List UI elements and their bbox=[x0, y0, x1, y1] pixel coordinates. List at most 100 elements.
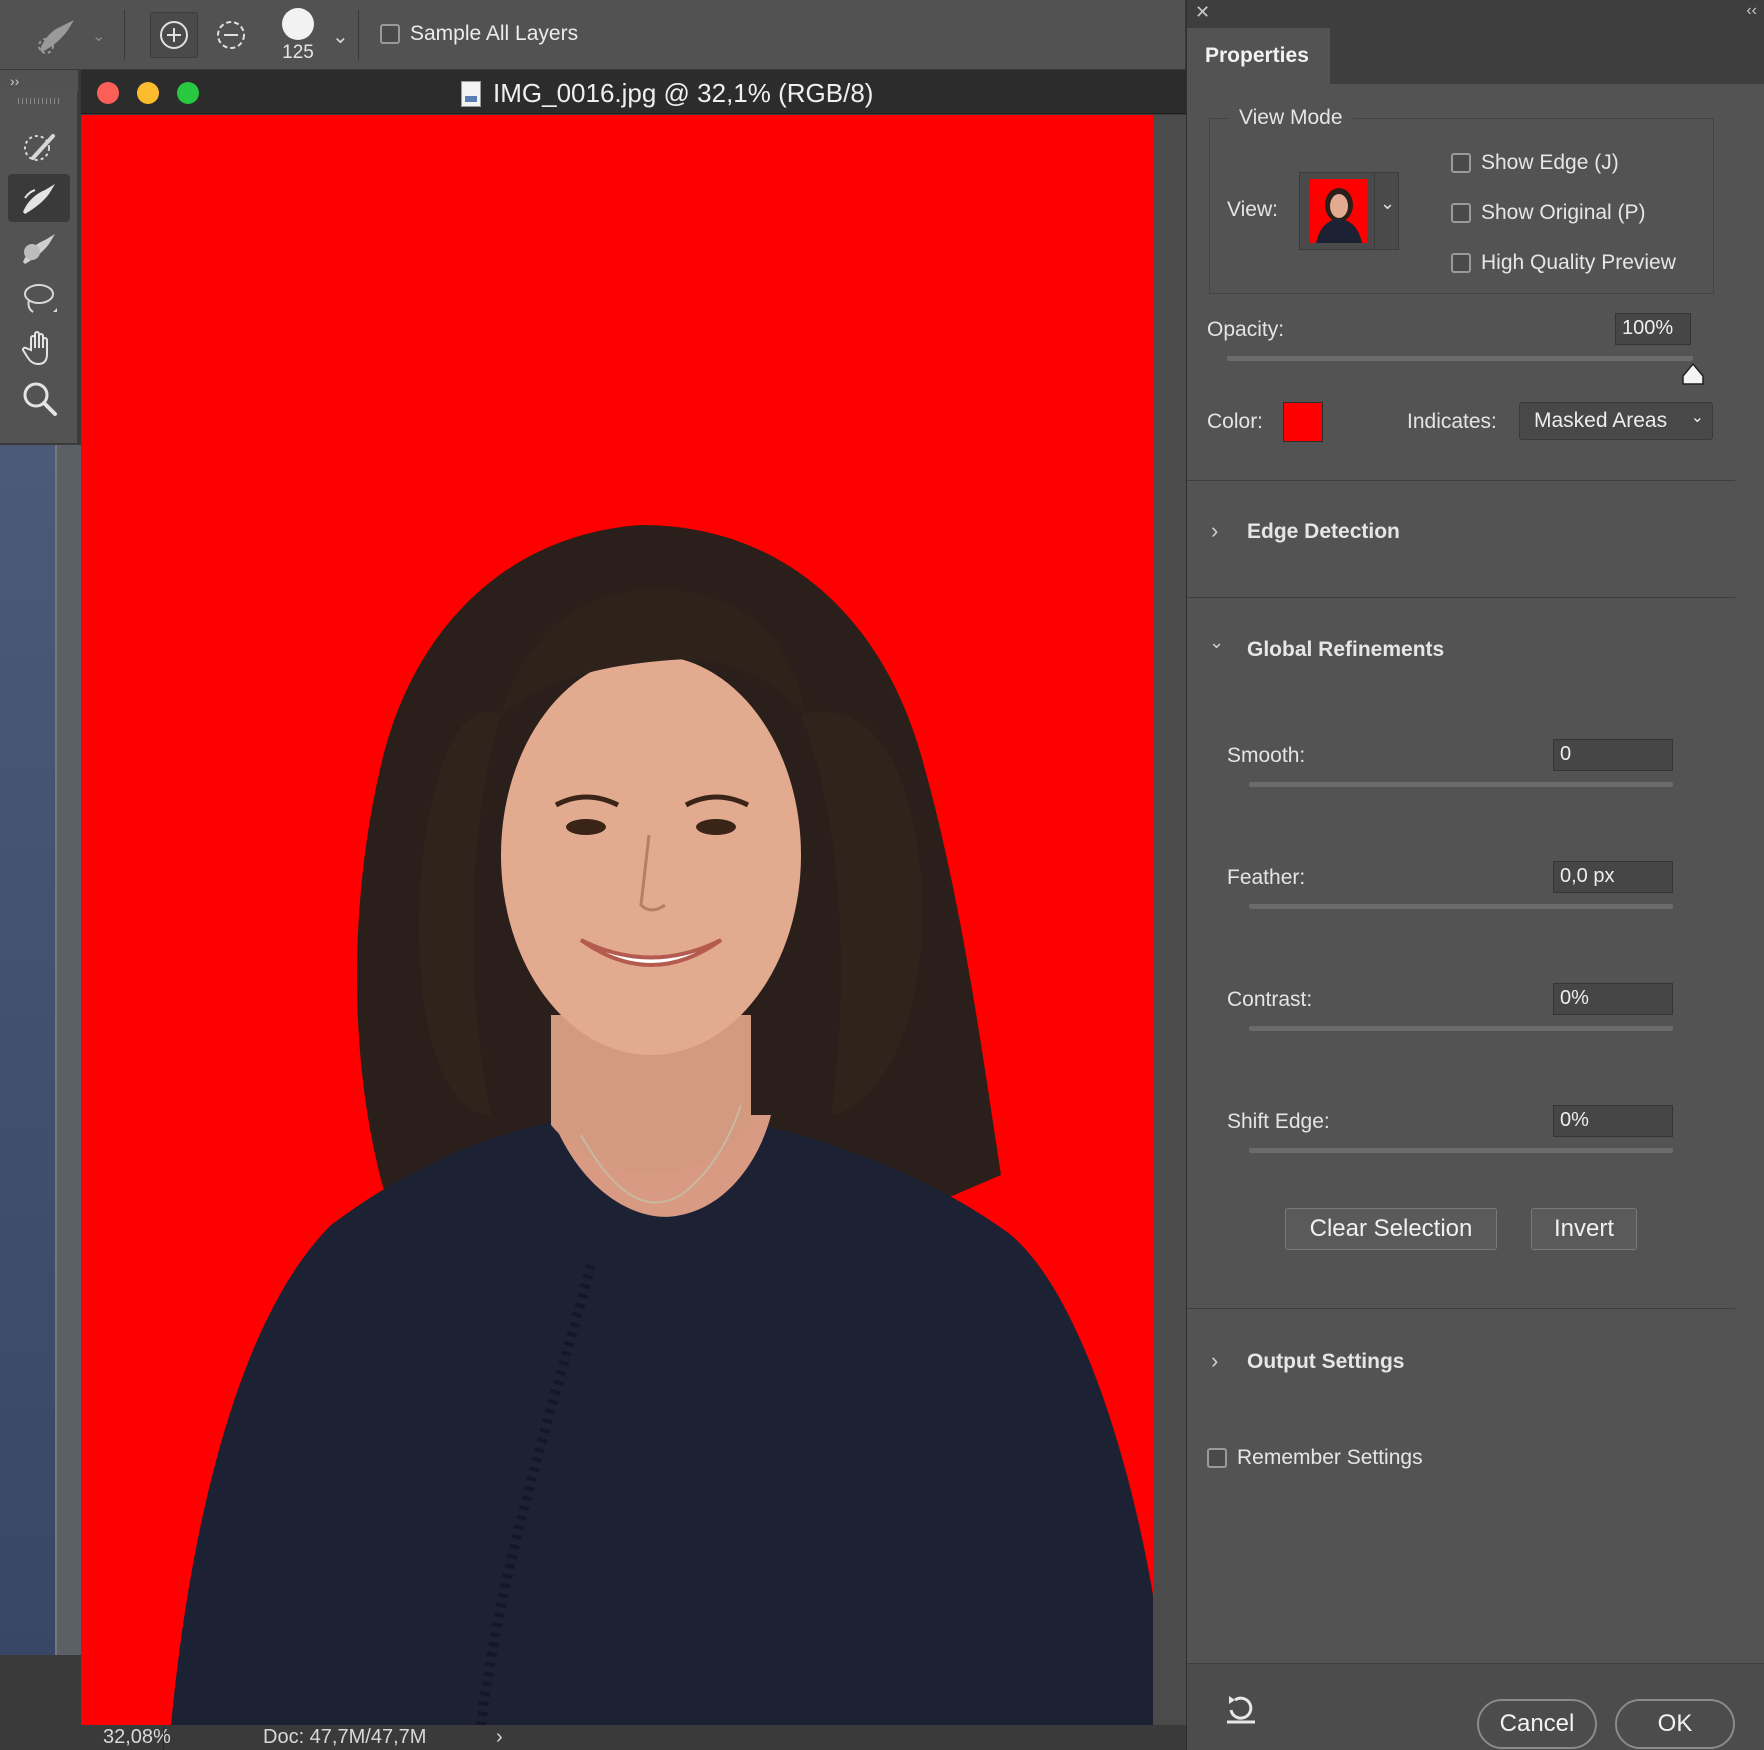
invert-button[interactable]: Invert bbox=[1531, 1208, 1637, 1250]
show-edge-checkbox[interactable]: Show Edge (J) bbox=[1451, 151, 1619, 175]
toolbar-grip[interactable] bbox=[18, 98, 60, 104]
document-window: IMG_0016.jpg @ 32,1% (RGB/8) 32,08% Doc:… bbox=[81, 70, 1186, 1750]
feather-slider-track[interactable] bbox=[1249, 904, 1673, 909]
feather-label: Feather: bbox=[1227, 866, 1306, 889]
view-thumbnail bbox=[1310, 179, 1368, 243]
refine-edge-brush-tool[interactable] bbox=[8, 174, 70, 222]
document-file-icon bbox=[461, 80, 481, 107]
smooth-slider-track[interactable] bbox=[1249, 782, 1673, 787]
separator bbox=[163, 1725, 164, 1750]
opacity-slider-track[interactable] bbox=[1227, 356, 1693, 361]
opacity-field[interactable]: 100% bbox=[1615, 313, 1691, 345]
contrast-label: Contrast: bbox=[1227, 988, 1313, 1011]
subtract-from-selection-icon bbox=[217, 21, 245, 49]
remember-settings-label: Remember Settings bbox=[1237, 1446, 1423, 1469]
smooth-field[interactable]: 0 bbox=[1553, 739, 1673, 771]
shift-edge-label: Shift Edge: bbox=[1227, 1110, 1330, 1133]
options-bar: ⌄ 125 ⌄ Sample All Layers bbox=[0, 0, 1185, 70]
add-to-selection-icon bbox=[160, 21, 188, 49]
chevron-down-icon[interactable]: ⌄ bbox=[1209, 632, 1224, 653]
chevron-right-icon[interactable]: › bbox=[1211, 518, 1218, 544]
separator bbox=[124, 10, 125, 60]
lasso-tool[interactable] bbox=[8, 274, 70, 322]
high-quality-preview-label: High Quality Preview bbox=[1481, 251, 1676, 274]
ok-button[interactable]: OK bbox=[1615, 1699, 1735, 1749]
contrast-slider-track[interactable] bbox=[1249, 1026, 1673, 1031]
checkbox[interactable] bbox=[1451, 203, 1471, 223]
brush-tool[interactable] bbox=[8, 224, 70, 272]
indicates-value: Masked Areas bbox=[1534, 409, 1668, 432]
edge-detection-header[interactable]: Edge Detection bbox=[1247, 520, 1400, 544]
collapse-icon[interactable]: ‹‹ bbox=[1746, 2, 1757, 20]
opacity-slider-thumb[interactable] bbox=[1682, 362, 1719, 386]
close-icon[interactable]: ✕ bbox=[1195, 2, 1210, 23]
checkbox[interactable] bbox=[1207, 1448, 1227, 1468]
tools-panel bbox=[0, 92, 78, 444]
show-original-label: Show Original (P) bbox=[1481, 201, 1646, 224]
sample-all-layers-label: Sample All Layers bbox=[410, 22, 579, 45]
output-settings-header[interactable]: Output Settings bbox=[1247, 1350, 1404, 1374]
document-size: Doc: 47,7M/47,7M bbox=[263, 1726, 427, 1748]
quick-selection-icon bbox=[24, 134, 55, 161]
global-refinements-header[interactable]: Global Refinements bbox=[1247, 638, 1444, 662]
document-title-bar[interactable]: IMG_0016.jpg @ 32,1% (RGB/8) bbox=[81, 70, 1186, 114]
indicates-dropdown[interactable]: Masked Areas ⌄ bbox=[1519, 402, 1713, 440]
zoom-level[interactable]: 32,08% bbox=[103, 1726, 171, 1749]
minimize-window-button[interactable] bbox=[137, 82, 159, 104]
view-label: View: bbox=[1227, 198, 1278, 221]
add-to-selection-button[interactable] bbox=[150, 12, 198, 58]
status-bar: 32,08% Doc: 47,7M/47,7M › bbox=[81, 1725, 1186, 1750]
hand-tool[interactable] bbox=[8, 324, 70, 372]
shift-edge-slider-track[interactable] bbox=[1249, 1148, 1673, 1153]
chevron-down-icon[interactable]: ⌄ bbox=[1380, 193, 1395, 214]
smooth-label: Smooth: bbox=[1227, 744, 1306, 767]
refine-edge-brush-icon bbox=[23, 184, 55, 214]
hand-icon bbox=[22, 331, 48, 366]
sample-all-layers-checkbox[interactable]: Sample All Layers bbox=[380, 22, 578, 46]
portrait-photo bbox=[171, 525, 1153, 1725]
clear-selection-button[interactable]: Clear Selection bbox=[1285, 1208, 1497, 1250]
subtract-from-selection-button[interactable] bbox=[207, 12, 255, 58]
toolbar-expand-icon[interactable]: ›› bbox=[0, 70, 78, 92]
color-label: Color: bbox=[1207, 410, 1264, 433]
cancel-button[interactable]: Cancel bbox=[1477, 1699, 1597, 1749]
opacity-label: Opacity: bbox=[1207, 318, 1285, 341]
indicates-label: Indicates: bbox=[1407, 410, 1497, 433]
zoom-icon bbox=[23, 382, 57, 416]
high-quality-preview-checkbox[interactable]: High Quality Preview bbox=[1451, 251, 1676, 275]
zoom-tool[interactable] bbox=[8, 374, 70, 422]
show-edge-label: Show Edge (J) bbox=[1481, 151, 1619, 174]
close-window-button[interactable] bbox=[97, 82, 119, 104]
view-mode-label: View Mode bbox=[1229, 106, 1353, 130]
panel-tabs: Properties bbox=[1187, 28, 1764, 84]
checkbox[interactable] bbox=[1451, 153, 1471, 173]
chevron-down-icon: ⌄ bbox=[1690, 409, 1704, 426]
tab-properties[interactable]: Properties bbox=[1187, 28, 1330, 84]
brush-preview[interactable] bbox=[282, 8, 314, 40]
brush-icon bbox=[23, 234, 55, 264]
vertical-scrollbar[interactable] bbox=[1153, 115, 1186, 1725]
divider bbox=[1187, 597, 1735, 598]
brush-picker-chevron-icon[interactable]: ⌄ bbox=[332, 24, 349, 49]
reset-icon[interactable] bbox=[1223, 1690, 1259, 1731]
checkbox[interactable] bbox=[380, 24, 400, 44]
contrast-field[interactable]: 0% bbox=[1553, 983, 1673, 1015]
remember-settings-checkbox[interactable]: Remember Settings bbox=[1207, 1446, 1423, 1470]
brush-size[interactable]: 125 bbox=[270, 42, 326, 64]
maximize-window-button[interactable] bbox=[177, 82, 199, 104]
image-canvas[interactable] bbox=[81, 115, 1153, 1725]
checkbox[interactable] bbox=[1451, 253, 1471, 273]
show-original-checkbox[interactable]: Show Original (P) bbox=[1451, 201, 1646, 225]
dialog-footer: Cancel OK bbox=[1187, 1663, 1764, 1750]
quick-selection-tool[interactable] bbox=[8, 124, 70, 172]
overlay-color-swatch[interactable] bbox=[1283, 402, 1323, 442]
status-menu-chevron-icon[interactable]: › bbox=[496, 1726, 503, 1749]
separator bbox=[358, 10, 359, 60]
chevron-right-icon[interactable]: › bbox=[1211, 1348, 1218, 1374]
refine-brush-icon[interactable] bbox=[34, 16, 82, 61]
document-title: IMG_0016.jpg @ 32,1% (RGB/8) bbox=[493, 78, 874, 108]
feather-field[interactable]: 0,0 px bbox=[1553, 861, 1673, 893]
shift-edge-field[interactable]: 0% bbox=[1553, 1105, 1673, 1137]
tool-preset-chevron-icon[interactable]: ⌄ bbox=[92, 26, 105, 46]
view-dropdown[interactable]: ⌄ bbox=[1299, 172, 1399, 250]
